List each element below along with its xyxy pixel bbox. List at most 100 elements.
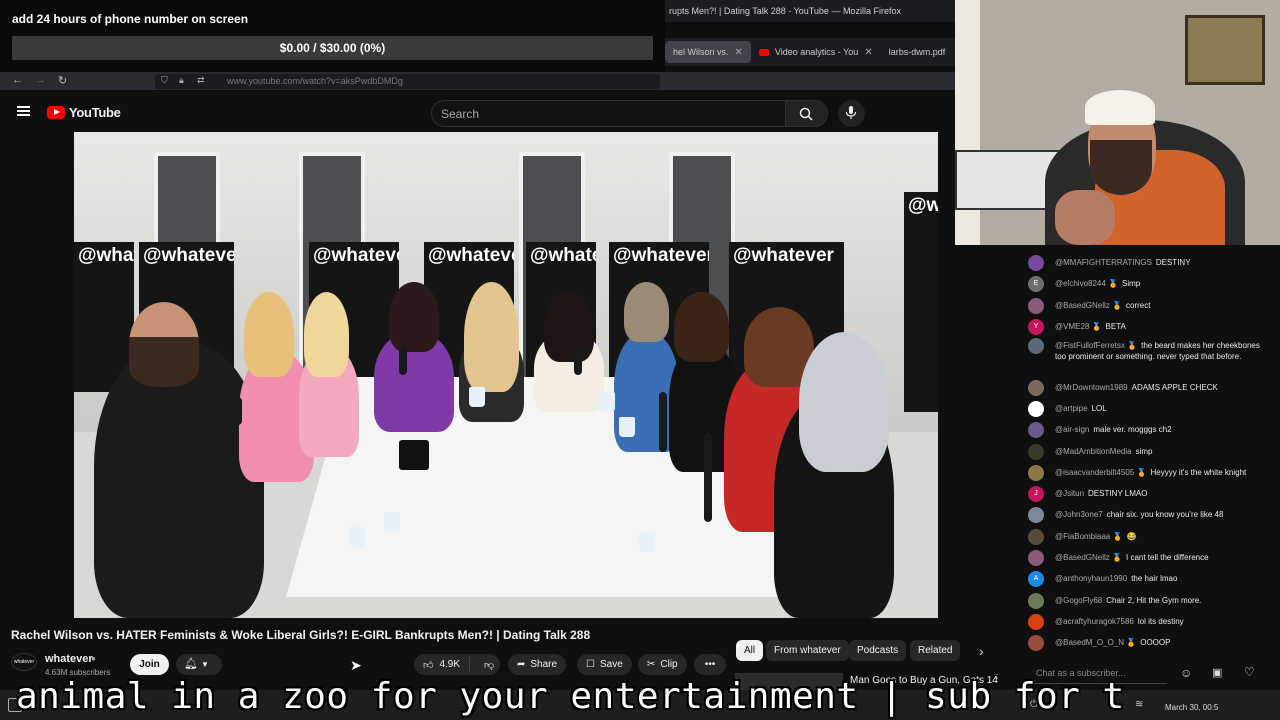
chat-avatar[interactable] xyxy=(1028,255,1044,271)
dislike-button[interactable]: 👎︎ xyxy=(475,659,503,671)
chip-related[interactable]: Related xyxy=(910,640,961,661)
close-tab-icon[interactable]: ✕ xyxy=(864,47,872,58)
chat-text: Heyyyy it's the white knight xyxy=(1150,468,1247,477)
video-title: Rachel Wilson vs. HATER Feminists & Woke… xyxy=(11,628,591,642)
reload-icon[interactable]: ↻ xyxy=(58,74,67,87)
chat-avatar[interactable] xyxy=(1028,444,1044,460)
menu-icon[interactable] xyxy=(17,106,30,116)
chat-author[interactable]: @MMAFIGHTERRATINGS xyxy=(1055,258,1152,267)
save-button[interactable]: ☐ Save xyxy=(577,654,632,675)
chat-message-body: @anthonyhaun1990 the hair lmao xyxy=(1055,571,1273,584)
chat-avatar[interactable]: J xyxy=(1028,486,1044,502)
chat-author[interactable]: @anthonyhaun1990 xyxy=(1055,574,1127,583)
streamer-cap xyxy=(1085,90,1155,125)
youtube-favicon-icon xyxy=(758,48,769,56)
forward-icon[interactable]: → xyxy=(35,74,46,86)
chat-avatar[interactable] xyxy=(1028,422,1044,438)
chat-avatar[interactable]: Y xyxy=(1028,319,1044,335)
chat-avatar[interactable] xyxy=(1028,550,1044,566)
like-button[interactable]: 👍︎ 4.9K xyxy=(414,657,471,672)
chat-message: @artpipe LOL xyxy=(1028,401,1273,417)
lock-icon[interactable]: 🔒︎ xyxy=(179,75,184,86)
chat-author[interactable]: @elchivo8244 🏅 xyxy=(1055,279,1118,288)
chat-avatar[interactable]: E xyxy=(1028,276,1044,292)
chat-author[interactable]: @FiaBombiaaa 🏅 xyxy=(1055,532,1122,541)
chat-avatar[interactable]: A xyxy=(1028,571,1044,587)
chat-message-body: @BasedGNellz 🏅 I cant tell the difference xyxy=(1055,550,1273,563)
chat-avatar[interactable] xyxy=(1028,529,1044,545)
chat-avatar[interactable] xyxy=(1028,507,1044,523)
chat-author[interactable]: @isaacvanderbilt4505 🏅 xyxy=(1055,468,1146,477)
chevron-right-icon[interactable]: › xyxy=(979,643,984,659)
chat-author[interactable]: @GogoFly68 xyxy=(1055,596,1102,605)
chat-author[interactable]: @Jsitun xyxy=(1055,489,1084,498)
chat-message-body: @acraftyhuragok7586 lol its destiny xyxy=(1055,614,1273,627)
more-icon: ••• xyxy=(704,659,716,670)
microphone xyxy=(399,347,407,375)
guest-hair xyxy=(799,332,889,472)
tab-video-analytics[interactable]: Video analytics - You ✕ xyxy=(751,41,881,63)
channel-avatar[interactable]: whatever xyxy=(11,653,37,671)
chat-author[interactable]: @FistFullofFerretsx 🏅 xyxy=(1055,341,1137,350)
notification-button[interactable]: 🔔︎ ▼ xyxy=(176,654,222,675)
guest-hair xyxy=(464,282,519,392)
chat-text: ADAMS APPLE CHECK xyxy=(1131,383,1218,392)
chat-message: J @Jsitun DESTINY LMAO xyxy=(1028,486,1273,502)
chat-avatar[interactable] xyxy=(1028,614,1044,630)
chat-message-body: @MMAFIGHTERRATINGS DESTINY xyxy=(1055,255,1273,268)
live-chat: @MMAFIGHTERRATINGS DESTINY E @elchivo8244 🏅… xyxy=(1015,245,1280,660)
chat-author[interactable]: @BasedGNellz 🏅 xyxy=(1055,553,1122,562)
join-button[interactable]: Join xyxy=(130,654,169,675)
chat-message-body: @VME28 🏅 BETA xyxy=(1055,319,1273,332)
chat-author[interactable]: @acraftyhuragok7586 xyxy=(1055,617,1134,626)
chat-author[interactable]: @air-sign xyxy=(1055,425,1089,434)
chip-podcasts[interactable]: Podcasts xyxy=(849,640,907,661)
youtube-header: YouTube Search xyxy=(0,90,955,132)
guest-hair xyxy=(244,292,294,377)
chat-message: @acraftyhuragok7586 lol its destiny xyxy=(1028,614,1273,630)
mug xyxy=(399,440,429,470)
youtube-logo[interactable]: YouTube xyxy=(47,105,121,120)
shield-icon[interactable]: ⛉ xyxy=(161,75,168,86)
clip-label: Clip xyxy=(660,659,678,670)
chat-avatar[interactable] xyxy=(1028,593,1044,609)
chat-avatar[interactable] xyxy=(1028,298,1044,314)
guest-hair xyxy=(674,292,729,362)
chat-message-body: @artpipe LOL xyxy=(1055,401,1273,414)
cup xyxy=(384,512,400,532)
chat-author[interactable]: @MadAmbitionMedia xyxy=(1055,447,1132,456)
chat-author[interactable]: @VME28 🏅 xyxy=(1055,322,1102,331)
tab-pdf[interactable]: larbs-dwm.pdf xyxy=(881,41,954,63)
chat-avatar[interactable] xyxy=(1028,380,1044,396)
voice-search-button[interactable] xyxy=(838,100,865,127)
chat-text: chair six. you know you're like 48 xyxy=(1106,510,1224,519)
cup xyxy=(349,527,365,547)
more-actions-button[interactable]: ••• xyxy=(694,654,726,675)
chat-author[interactable]: @MrDowntown1989 xyxy=(1055,383,1128,392)
chat-avatar[interactable] xyxy=(1028,401,1044,417)
clip-button[interactable]: ✂ Clip xyxy=(638,654,687,675)
close-tab-icon[interactable]: ✕ xyxy=(735,47,743,58)
share-label: Share xyxy=(530,659,558,670)
chip-all[interactable]: All xyxy=(736,640,764,661)
share-button[interactable]: ➦ Share xyxy=(508,654,567,675)
search-button[interactable] xyxy=(786,100,828,127)
chat-author[interactable]: @BasedM_O_O_N 🏅 xyxy=(1055,638,1136,647)
chip-from-whatever[interactable]: From whatever xyxy=(766,640,849,661)
chat-author[interactable]: @John3one7 xyxy=(1055,510,1103,519)
video-player[interactable]: @whatever @whatever @whatever @whatever … xyxy=(74,132,938,618)
chat-avatar[interactable] xyxy=(1028,465,1044,481)
search-icon xyxy=(799,107,813,121)
chat-message: @John3one7 chair six. you know you're lik… xyxy=(1028,507,1273,523)
chat-avatar[interactable] xyxy=(1028,635,1044,651)
url-bar[interactable]: ⛉ 🔒︎ ⇄ www.youtube.com/watch?v=aksPwdbDM… xyxy=(155,74,660,89)
chat-author[interactable]: @artpipe xyxy=(1055,404,1088,413)
cup xyxy=(599,392,615,412)
back-icon[interactable]: ← xyxy=(12,74,23,86)
permissions-icon[interactable]: ⇄ xyxy=(197,75,205,86)
channel-name[interactable]: whatever xyxy=(45,653,93,665)
chat-author[interactable]: @BasedGNellz 🏅 xyxy=(1055,301,1122,310)
chat-avatar[interactable] xyxy=(1028,338,1044,354)
tab-youtube-video[interactable]: hel Wilson vs. ✕ xyxy=(665,41,751,63)
search-input[interactable]: Search xyxy=(431,100,786,127)
